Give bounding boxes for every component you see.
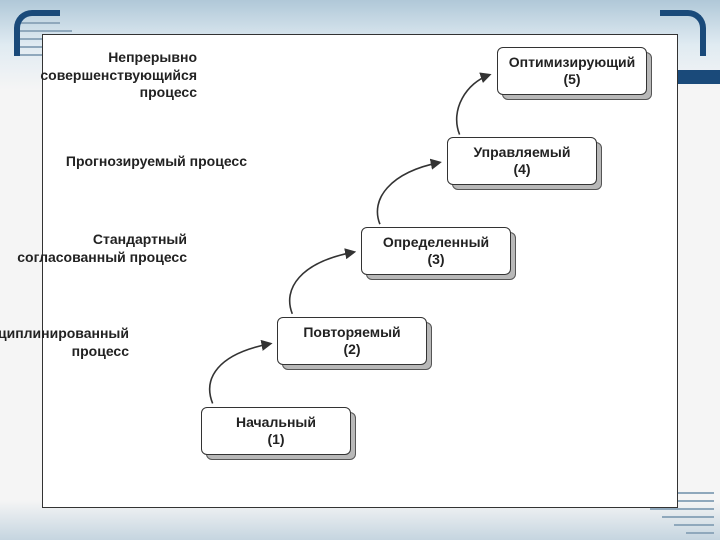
stage-num-5: (5)	[563, 71, 580, 89]
label-level-4: Прогнозируемый процесс	[47, 153, 247, 171]
label-level-5: Непрерывносовершенствующийсяпроцесс	[17, 49, 197, 102]
stage-box-2: Повторяемый (2)	[277, 317, 427, 365]
stage-name-4: Управляемый	[474, 144, 571, 162]
stage-name-3: Определенный	[383, 234, 489, 252]
stage-box-3: Определенный (3)	[361, 227, 511, 275]
stage-name-5: Оптимизирующий	[509, 54, 635, 72]
arrows-svg	[43, 35, 677, 507]
arrow-2-3	[290, 252, 354, 314]
arrow-3-4	[377, 162, 439, 224]
stage-box-1: Начальный (1)	[201, 407, 351, 455]
stage-name-2: Повторяемый	[303, 324, 400, 342]
stage-box-4: Управляемый (4)	[447, 137, 597, 185]
stage-box-5: Оптимизирующий (5)	[497, 47, 647, 95]
stage-num-1: (1)	[267, 431, 284, 449]
arrow-1-2	[210, 344, 271, 404]
stage-name-1: Начальный	[236, 414, 316, 432]
stage-num-4: (4)	[513, 161, 530, 179]
stage-num-3: (3)	[427, 251, 444, 269]
arrow-4-5	[457, 75, 490, 135]
label-level-3: Стандартныйсогласованный процесс	[7, 231, 187, 266]
stage-num-2: (2)	[343, 341, 360, 359]
label-level-2: Дисциплинированныйпроцесс	[0, 325, 129, 360]
diagram-panel: Непрерывносовершенствующийсяпроцесс Прог…	[42, 34, 678, 508]
